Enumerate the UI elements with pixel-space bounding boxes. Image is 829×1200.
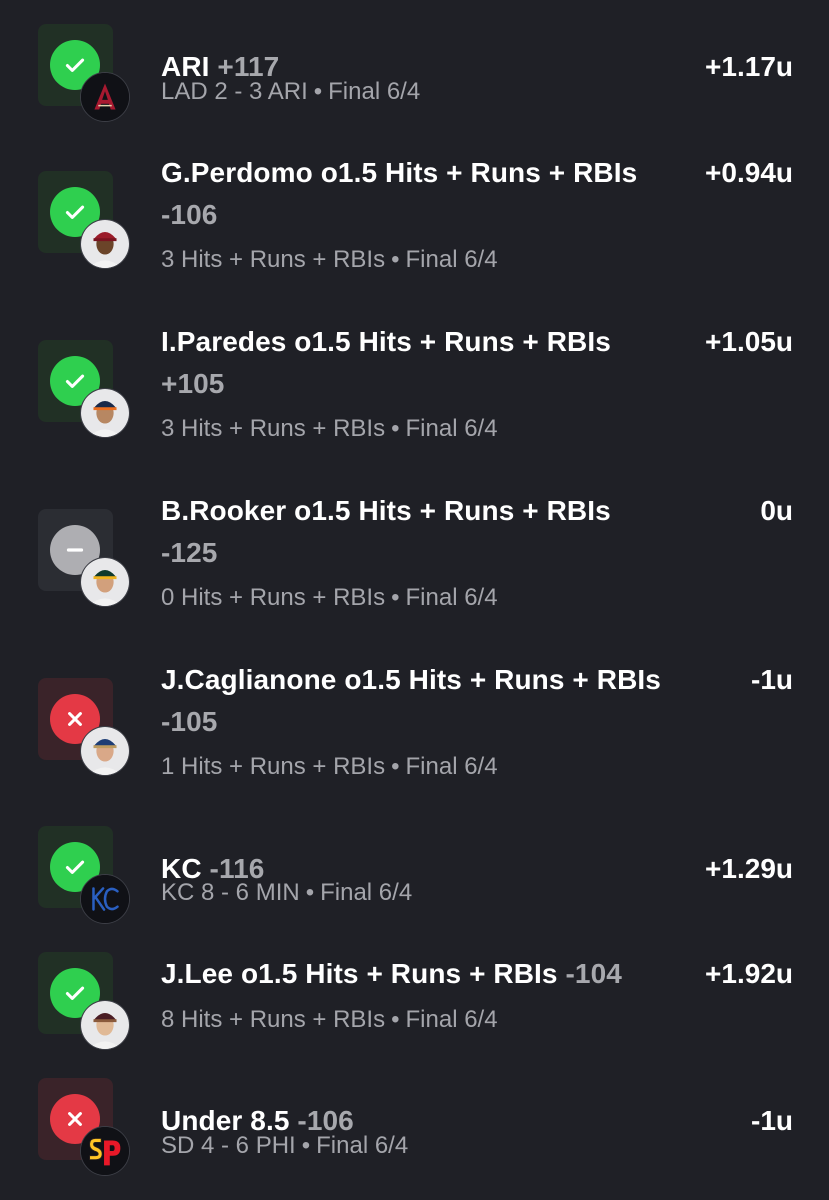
bet-row[interactable]: B.Rooker o1.5 Hits + Runs + RBIs -125 0u…: [0, 495, 829, 619]
bet-result: +1.92u: [705, 958, 793, 989]
bet-row[interactable]: I.Paredes o1.5 Hits + Runs + RBIs +105 +…: [0, 326, 829, 450]
padres-phillies-logo-icon: [80, 1126, 130, 1176]
bet-result: -1u: [751, 664, 793, 695]
bet-detail: 8 Hits + Runs + RBIs • Final 6/4: [161, 1006, 498, 1033]
bet-odds: -104: [565, 958, 622, 989]
bet-odds: -106: [161, 199, 218, 230]
bet-detail: LAD 2 - 3 ARI • Final 6/4: [161, 78, 421, 105]
bet-detail: SD 4 - 6 PHI • Final 6/4: [161, 1132, 409, 1159]
bet-title: J.Lee o1.5 Hits + Runs + RBIs -104: [161, 958, 622, 989]
bet-detail: KC 8 - 6 MIN • Final 6/4: [161, 879, 413, 906]
bet-result: +1.17u: [705, 51, 793, 82]
royals-logo-icon: [80, 874, 130, 924]
bet-result: -1u: [751, 1105, 793, 1136]
bet-result: +1.29u: [705, 853, 793, 884]
bet-detail: 3 Hits + Runs + RBIs • Final 6/4: [161, 246, 498, 273]
bet-title: G.Perdomo o1.5 Hits + Runs + RBIs -106: [161, 157, 638, 230]
bet-detail: 1 Hits + Runs + RBIs • Final 6/4: [161, 753, 498, 780]
bet-detail: 3 Hits + Runs + RBIs • Final 6/4: [161, 415, 498, 442]
bet-title: J.Caglianone o1.5 Hits + Runs + RBIs -10…: [161, 664, 661, 737]
bet-row[interactable]: G.Perdomo o1.5 Hits + Runs + RBIs -106 +…: [0, 157, 829, 281]
bet-row[interactable]: KC -116 +1.29u KC 8 - 6 MIN • Final 6/4: [0, 826, 829, 926]
diamondbacks-logo-icon: [80, 72, 130, 122]
bet-odds: +105: [161, 368, 225, 399]
bet-row[interactable]: ARI +117 +1.17u LAD 2 - 3 ARI • Final 6/4: [0, 24, 829, 124]
bet-title: B.Rooker o1.5 Hits + Runs + RBIs -125: [161, 495, 611, 568]
player-headshot-icon: [80, 1000, 130, 1050]
bet-row[interactable]: J.Caglianone o1.5 Hits + Runs + RBIs -10…: [0, 664, 829, 788]
player-headshot-icon: [80, 219, 130, 269]
bet-result: 0u: [760, 495, 793, 526]
bet-row[interactable]: Under 8.5 -106 -1u SD 4 - 6 PHI • Final 6/…: [0, 1078, 829, 1178]
bet-row[interactable]: J.Lee o1.5 Hits + Runs + RBIs -104 +1.92…: [0, 952, 829, 1052]
player-headshot-icon: [80, 726, 130, 776]
player-headshot-icon: [80, 388, 130, 438]
bet-odds: -105: [161, 706, 218, 737]
bet-history-list: ARI +117 +1.17u LAD 2 - 3 ARI • Final 6/4 …: [0, 0, 829, 1200]
bet-odds: -125: [161, 537, 218, 568]
bet-result: +1.05u: [705, 326, 793, 357]
bet-detail: 0 Hits + Runs + RBIs • Final 6/4: [161, 584, 498, 611]
bet-result: +0.94u: [705, 157, 793, 188]
player-headshot-icon: [80, 557, 130, 607]
bet-title: I.Paredes o1.5 Hits + Runs + RBIs +105: [161, 326, 611, 399]
